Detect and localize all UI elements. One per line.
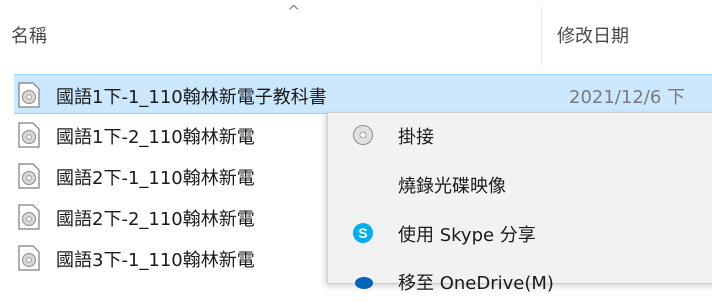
file-name: 國語2下-2_110翰林新電 bbox=[56, 209, 255, 230]
menu-item-share-skype[interactable]: S 使用 Skype 分享 bbox=[328, 211, 712, 255]
skype-icon: S bbox=[353, 223, 373, 243]
file-name: 國語1下-1_110翰林新電子教科書 bbox=[56, 87, 327, 108]
column-header: 名稱 ^ 修改日期 bbox=[0, 0, 712, 72]
disc-image-file-icon bbox=[18, 122, 40, 148]
sort-ascending-icon: ^ bbox=[287, 2, 301, 21]
disc-image-file-icon bbox=[18, 245, 40, 271]
menu-item-burn-disc-image[interactable]: 燒錄光碟映像 bbox=[328, 162, 712, 206]
svg-text:S: S bbox=[358, 225, 367, 241]
menu-item-move-onedrive[interactable]: 移至 OneDrive(M) bbox=[328, 259, 712, 303]
disc-mount-icon bbox=[353, 125, 373, 145]
menu-item-label: 掛接 bbox=[398, 127, 434, 148]
column-name-header[interactable]: 名稱 bbox=[11, 22, 47, 48]
menu-item-label: 移至 OneDrive(M) bbox=[398, 273, 554, 294]
file-name: 國語2下-1_110翰林新電 bbox=[56, 168, 255, 189]
menu-item-label: 燒錄光碟映像 bbox=[398, 176, 506, 197]
file-name: 國語3下-1_110翰林新電 bbox=[56, 250, 255, 271]
disc-image-file-icon bbox=[18, 82, 40, 108]
onedrive-icon bbox=[355, 277, 373, 289]
disc-image-file-icon bbox=[18, 163, 40, 189]
context-menu: 掛接 燒錄光碟映像 S 使用 Skype 分享 移至 OneDrive(M) bbox=[327, 112, 712, 294]
file-name: 國語1下-2_110翰林新電 bbox=[56, 127, 255, 148]
disc-image-file-icon bbox=[18, 204, 40, 230]
file-modified-date: 2021/12/6 下 bbox=[569, 87, 686, 108]
file-row[interactable]: 國語1下-1_110翰林新電子教科書 2021/12/6 下 bbox=[14, 74, 712, 114]
column-date-header[interactable]: 修改日期 bbox=[557, 22, 629, 48]
menu-item-mount[interactable]: 掛接 bbox=[328, 113, 712, 157]
column-divider[interactable] bbox=[541, 6, 542, 66]
menu-item-label: 使用 Skype 分享 bbox=[398, 225, 536, 246]
